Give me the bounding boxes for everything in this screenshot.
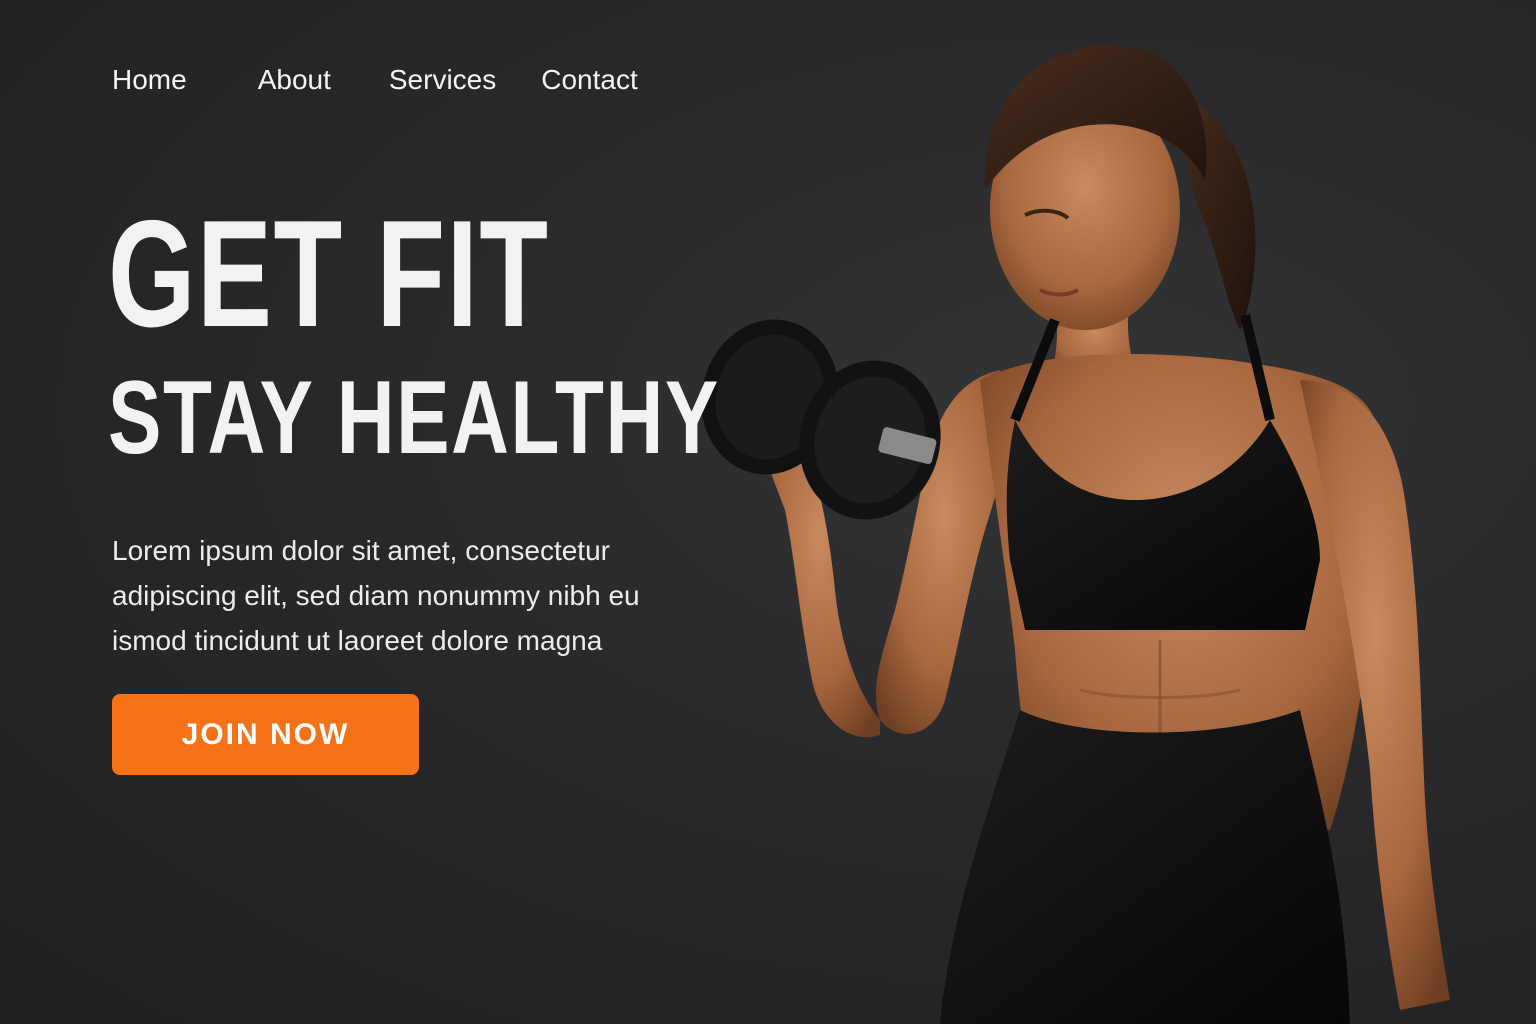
fitness-model-photo — [701, 45, 1450, 1024]
nav-home-link[interactable]: Home — [112, 62, 187, 98]
hero-description: Lorem ipsum dolor sit amet, consectetur … — [112, 535, 640, 656]
hero-title-line1: GET FIT — [108, 189, 550, 359]
nav-services-link[interactable]: Services — [389, 62, 496, 98]
main-nav: Home About Services Contact — [112, 62, 638, 98]
hero-title-line2: STAY HEALTHY — [108, 360, 720, 476]
nav-contact-link[interactable]: Contact — [541, 62, 638, 98]
join-now-button[interactable]: JOIN NOW — [112, 694, 419, 775]
landing-page: Home About Services Contact GET FIT STAY… — [0, 0, 1536, 1024]
nav-about-link[interactable]: About — [258, 62, 331, 98]
